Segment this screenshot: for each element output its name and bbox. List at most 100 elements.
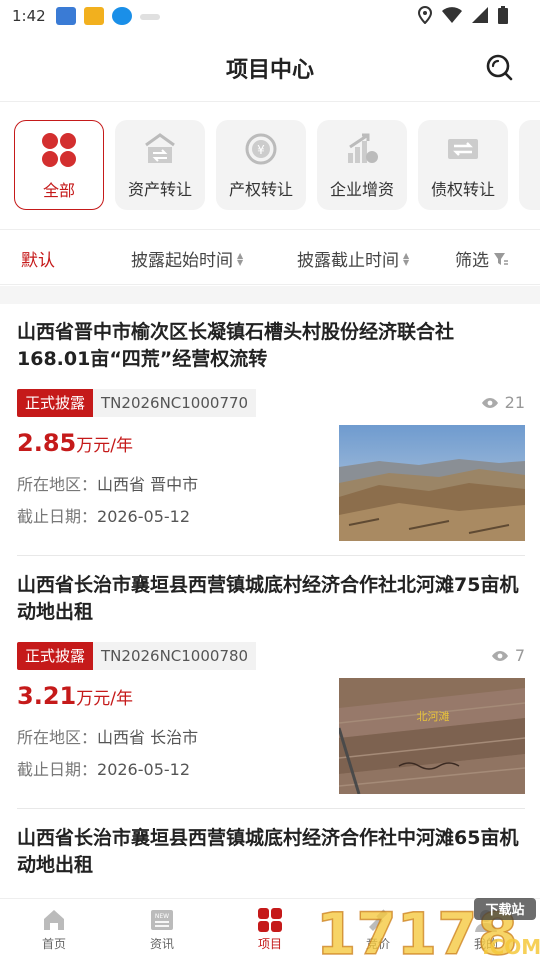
region-value: 山西省 晋中市 xyxy=(97,475,199,494)
status-bar: 1:42 xyxy=(0,0,540,32)
clover-icon xyxy=(40,131,78,169)
nav-label: 资讯 xyxy=(149,937,174,951)
category-label: 债权转让 xyxy=(430,180,495,199)
category-label: 企业增资 xyxy=(329,180,394,199)
tag-row: 正式披露 TN2026NC1000770 21 xyxy=(17,389,525,417)
filter-label: 筛选 xyxy=(455,251,489,271)
category-label: 资产转让 xyxy=(127,180,192,199)
project-card[interactable]: 山西省长治市襄垣县西营镇城底村经济合作社中河滩65亩机动地出租 xyxy=(17,825,525,879)
nav-news[interactable]: NEW 资讯 xyxy=(108,899,216,960)
category-all[interactable]: 全部 xyxy=(14,120,104,210)
project-card[interactable]: 山西省长治市襄垣县西营镇城底村经济合作社北河滩75亩机动地出租 正式披露 TN2… xyxy=(17,572,525,794)
nav-label: 首页 xyxy=(41,937,66,951)
price-value: 2.85 xyxy=(17,429,77,457)
price-unit: 万元/年 xyxy=(76,436,133,456)
search-icon xyxy=(486,54,513,81)
notification-app-icon xyxy=(83,7,104,25)
region-row: 所在地区：山西省 晋中市 xyxy=(17,471,198,495)
sort-arrows-icon: ▲ ▼ xyxy=(237,250,244,267)
project-icon xyxy=(258,908,282,932)
region-label: 所在地区： xyxy=(17,728,98,747)
price-value: 3.21 xyxy=(17,682,77,710)
region-label: 所在地区： xyxy=(17,475,98,494)
page-title: 项目中心 xyxy=(225,58,314,83)
deadline-value: 2026-05-12 xyxy=(97,760,190,779)
status-badge: 正式披露 xyxy=(17,642,94,670)
project-title[interactable]: 山西省晋中市榆次区长凝镇石槽头村股份经济联合社168.01亩“四荒”经营权流转 xyxy=(17,319,525,373)
deadline-row: 截止日期：2026-05-12 xyxy=(17,503,190,527)
sort-end-time[interactable]: 披露截止时间 ▲ ▼ xyxy=(297,246,409,271)
debt-transfer-icon xyxy=(444,130,482,168)
notification-app-icon xyxy=(139,14,160,20)
search-button[interactable] xyxy=(484,52,514,82)
view-count: 7 xyxy=(491,646,525,665)
price-unit: 万元/年 xyxy=(76,689,133,709)
filter-button[interactable]: 筛选 xyxy=(455,246,509,271)
category-capital-increase[interactable]: 企业增资 xyxy=(317,120,407,210)
svg-text:NEW: NEW xyxy=(155,913,169,920)
property-rights-icon: ¥ xyxy=(242,130,280,168)
sort-bar: 默认 披露起始时间 ▲ ▼ 披露截止时间 ▲ ▼ 筛选 xyxy=(0,229,540,285)
deadline-row: 截止日期：2026-05-12 xyxy=(17,756,190,780)
category-property-rights[interactable]: ¥ 产权转让 xyxy=(216,120,306,210)
deadline-label: 截止日期： xyxy=(17,507,98,526)
asset-transfer-icon xyxy=(141,130,179,168)
home-icon xyxy=(44,910,64,930)
view-count: 21 xyxy=(481,393,525,412)
status-time: 1:42 xyxy=(12,7,46,25)
header: 项目中心 xyxy=(0,32,540,102)
location-icon xyxy=(418,6,432,24)
card-divider xyxy=(17,808,525,809)
price: 2.85万元/年 xyxy=(17,429,133,457)
project-photo[interactable] xyxy=(339,425,525,541)
region-value: 山西省 长治市 xyxy=(97,728,199,747)
filter-icon xyxy=(494,252,508,265)
region-row: 所在地区：山西省 长治市 xyxy=(17,724,198,748)
category-asset-transfer[interactable]: 资产转让 xyxy=(115,120,205,210)
sort-default[interactable]: 默认 xyxy=(21,246,55,271)
signal-icon xyxy=(472,7,488,23)
sort-label: 默认 xyxy=(21,251,55,271)
project-title[interactable]: 山西省长治市襄垣县西营镇城底村经济合作社北河滩75亩机动地出租 xyxy=(17,572,525,626)
sort-arrows-icon: ▲ ▼ xyxy=(403,250,410,267)
project-photo[interactable]: 北河滩 xyxy=(339,678,525,794)
sort-label: 披露截止时间 xyxy=(297,251,399,271)
sort-start-time[interactable]: 披露起始时间 ▲ ▼ xyxy=(131,246,243,271)
price: 3.21万元/年 xyxy=(17,682,133,710)
nav-project[interactable]: 项目 xyxy=(216,899,324,960)
notification-app-icon xyxy=(55,7,76,25)
project-code: TN2026NC1000780 xyxy=(93,642,257,670)
project-title[interactable]: 山西省长治市襄垣县西营镇城底村经济合作社中河滩65亩机动地出租 xyxy=(17,825,525,879)
sort-label: 披露起始时间 xyxy=(131,251,233,271)
download-notification-icon xyxy=(111,7,132,25)
category-label: 产权转让 xyxy=(228,180,293,199)
card-body: 2.85万元/年 所在地区：山西省 晋中市 截止日期：2026-05-12 xyxy=(17,425,525,541)
capital-increase-icon xyxy=(343,130,381,168)
category-tabs: 全部 资产转让 ¥ 产权转让 企业增资 债权转让 实 xyxy=(14,120,540,212)
card-body: 3.21万元/年 所在地区：山西省 长治市 截止日期：2026-05-12 北河… xyxy=(17,678,525,794)
tag-row: 正式披露 TN2026NC1000780 7 xyxy=(17,642,525,670)
nav-home[interactable]: 首页 xyxy=(0,899,108,960)
category-debt-transfer[interactable]: 债权转让 xyxy=(418,120,508,210)
deadline-value: 2026-05-12 xyxy=(97,507,190,526)
battery-icon xyxy=(498,6,508,24)
site-watermark: 17178 .COM 下载站 xyxy=(312,896,540,960)
eye-icon xyxy=(481,397,498,408)
photo-caption: 北河滩 xyxy=(417,709,450,723)
section-gap xyxy=(0,286,540,304)
eye-icon xyxy=(491,650,508,661)
project-card[interactable]: 山西省晋中市榆次区长凝镇石槽头村股份经济联合社168.01亩“四荒”经营权流转 … xyxy=(17,319,525,541)
project-code: TN2026NC1000770 xyxy=(93,389,257,417)
view-count-value: 7 xyxy=(514,646,525,665)
nav-label: 项目 xyxy=(257,937,282,951)
news-icon: NEW xyxy=(151,910,173,930)
category-more[interactable]: 实 xyxy=(519,120,540,210)
status-badge: 正式披露 xyxy=(17,389,94,417)
svg-text:¥: ¥ xyxy=(257,143,265,157)
watermark-badge: 下载站 xyxy=(485,902,524,918)
deadline-label: 截止日期： xyxy=(17,760,98,779)
watermark-domain: .COM xyxy=(482,935,540,959)
wifi-icon xyxy=(442,7,462,23)
view-count-value: 21 xyxy=(504,393,525,412)
category-label: 全部 xyxy=(42,181,75,200)
